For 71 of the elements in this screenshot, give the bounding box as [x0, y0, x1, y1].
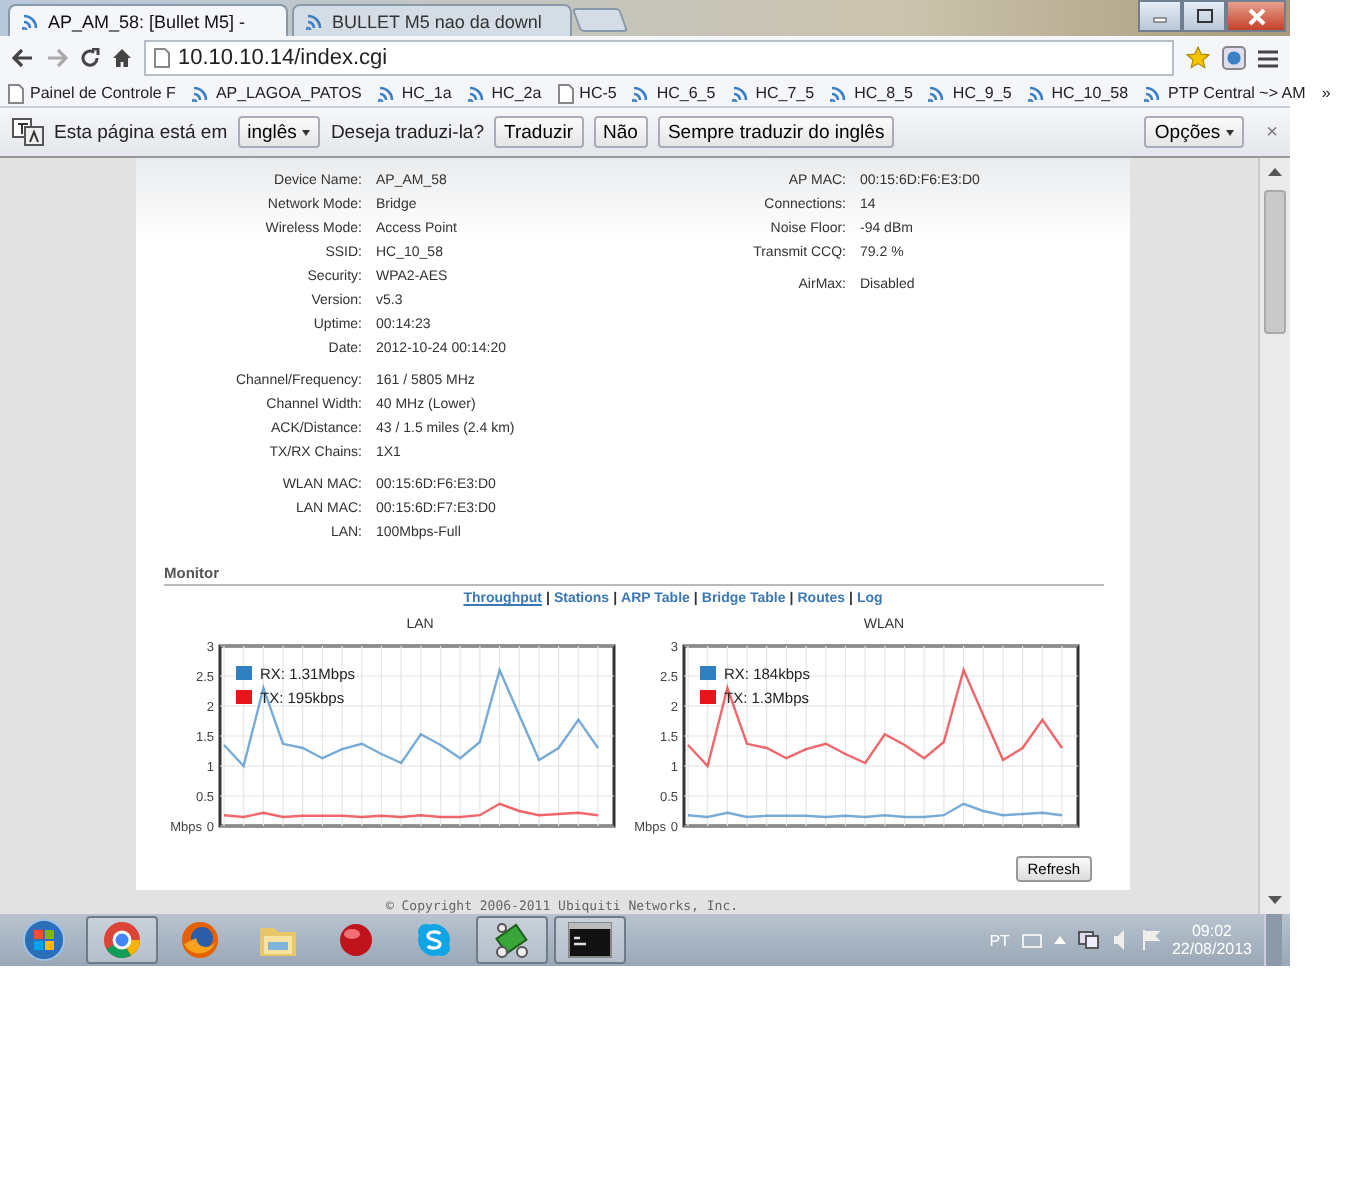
feed-icon: [467, 84, 486, 102]
bookmark[interactable]: Painel de Controle F: [8, 83, 176, 103]
browser-tab[interactable]: BULLET M5 nao da downl: [292, 4, 572, 36]
keyboard-icon[interactable]: [1021, 933, 1042, 947]
feed-icon: [928, 84, 947, 102]
scroll-down-icon[interactable]: [1268, 896, 1282, 904]
more-bookmarks-button[interactable]: »: [1321, 84, 1331, 102]
maximize-icon: [1195, 8, 1213, 24]
terminal-icon[interactable]: [568, 922, 612, 958]
feed-icon: [1144, 84, 1163, 102]
taskbar-button[interactable]: [476, 916, 548, 964]
feed-icon: [306, 12, 324, 30]
close-icon: [1247, 7, 1265, 25]
network-icon[interactable]: [1077, 930, 1100, 950]
translate-button[interactable]: Não: [593, 116, 648, 148]
tab-title: BULLET M5 nao da downl: [332, 11, 542, 31]
scroll-thumb[interactable]: [1264, 190, 1286, 334]
start-icon[interactable]: [22, 918, 66, 962]
back-icon[interactable]: [12, 48, 34, 68]
bookmark[interactable]: HC-5: [557, 83, 617, 103]
bookmark[interactable]: HC_2a: [467, 84, 542, 102]
feed-icon: [191, 84, 210, 102]
options-dropdown[interactable]: Opções: [1144, 116, 1245, 148]
chip-icon[interactable]: [492, 920, 532, 960]
new-tab-button[interactable]: [571, 8, 629, 32]
feed-icon: [731, 84, 750, 102]
home-icon[interactable]: [112, 48, 132, 68]
bookmark[interactable]: HC_10_58: [1027, 84, 1129, 102]
feed-icon: [830, 84, 849, 102]
fox-globe-icon[interactable]: [180, 920, 220, 960]
up-arrow-icon[interactable]: [1053, 936, 1066, 944]
bookmark[interactable]: HC_8_5: [830, 84, 913, 102]
feed-icon: [1027, 84, 1046, 102]
page-icon: [154, 48, 170, 68]
bookmark[interactable]: HC_7_5: [731, 84, 815, 102]
flag-icon[interactable]: [1141, 930, 1160, 950]
extension-icon[interactable]: [1222, 46, 1246, 70]
bookmark[interactable]: HC_6_5: [632, 84, 716, 102]
bookmark[interactable]: HC_9_5: [928, 84, 1012, 102]
translate-button[interactable]: Traduzir: [494, 116, 584, 148]
bookmark[interactable]: HC_1a: [377, 84, 452, 102]
reload-icon[interactable]: [80, 48, 100, 68]
browser-tab[interactable]: AP_AM_58: [Bullet M5] -: [8, 4, 288, 36]
taskbar-button[interactable]: [554, 916, 626, 964]
bookmark[interactable]: AP_LAGOA_PATOS: [191, 84, 362, 102]
close-button[interactable]: [1226, 0, 1286, 32]
maximize-button[interactable]: [1182, 0, 1226, 32]
address-field[interactable]: 10.10.10.14/index.cgi: [144, 40, 1174, 76]
bookmark[interactable]: PTP Central ~> AM: [1144, 84, 1306, 102]
feed-icon: [22, 12, 40, 30]
tab-title: AP_AM_58: [Bullet M5] -: [48, 11, 246, 31]
translate-question: Deseja traduzi-la?: [330, 121, 485, 143]
forward-icon[interactable]: [46, 48, 68, 68]
scrollbar[interactable]: [1258, 158, 1290, 914]
round-logo-icon[interactable]: [102, 920, 142, 960]
language-dropdown[interactable]: inglês: [237, 116, 321, 148]
speaker-icon[interactable]: [1111, 930, 1130, 950]
blob-icon[interactable]: [416, 922, 452, 958]
folder-icon[interactable]: [258, 922, 298, 958]
url-text: 10.10.10.14/index.cgi: [178, 46, 388, 70]
close-button[interactable]: ×: [1266, 121, 1278, 143]
feed-icon: [377, 84, 396, 102]
translate-prompt: Esta página está em: [54, 121, 228, 143]
ball-icon[interactable]: [338, 922, 374, 958]
translate-button[interactable]: Sempre traduzir do inglês: [657, 116, 895, 148]
menu-icon[interactable]: [1258, 49, 1278, 67]
scroll-up-icon[interactable]: [1268, 168, 1282, 176]
feed-icon: [632, 84, 651, 102]
show-desktop-button[interactable]: [1264, 914, 1282, 966]
translate-icon: [12, 118, 44, 146]
star-icon[interactable]: [1186, 46, 1210, 70]
